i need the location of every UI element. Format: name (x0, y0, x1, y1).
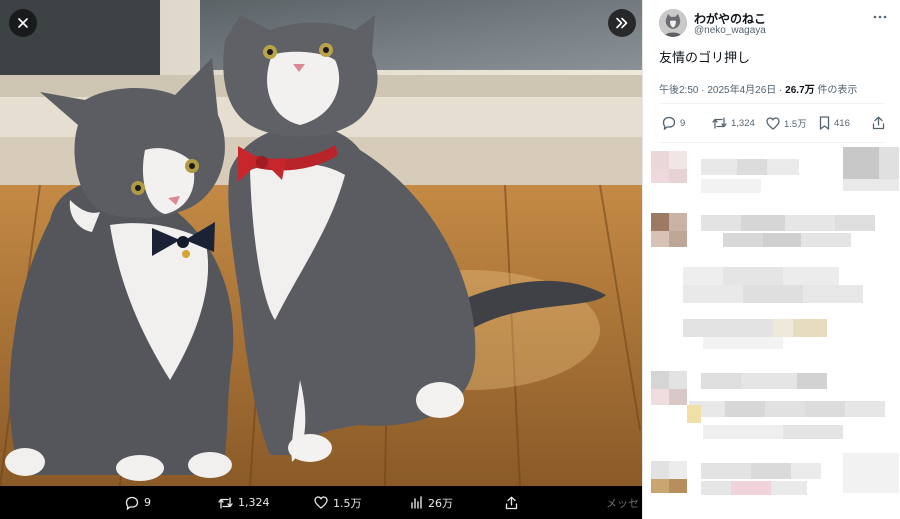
reply-button[interactable]: 9 (662, 116, 685, 130)
like-count: 1.5万 (784, 119, 807, 130)
messages-drawer-label[interactable]: メッセ (606, 486, 639, 519)
more-options-button[interactable] (873, 11, 887, 21)
tweet-view-count: 26.7万 (785, 85, 815, 96)
close-button[interactable] (9, 9, 37, 37)
views-chart-icon (411, 496, 422, 509)
viewer-views-button[interactable]: 26万 (410, 486, 453, 519)
chevron-double-right-icon (616, 17, 628, 29)
expand-panel-button[interactable] (608, 9, 636, 37)
tweet-timestamp[interactable]: 午後2:50 · 2025年4月26日 · (659, 85, 785, 96)
bookmark-button[interactable]: 416 (819, 116, 850, 130)
reply-icon (125, 496, 139, 510)
viewer-reply-count: 9 (144, 496, 151, 509)
retweet-icon (218, 496, 233, 509)
viewer-views-count: 26万 (428, 496, 453, 510)
media-viewer: 9 1,324 1.5万 26万 メッセ (0, 0, 642, 519)
viewer-share-button[interactable] (505, 486, 518, 519)
share-icon (872, 116, 885, 130)
tweet-text: 友情のゴリ押し (659, 50, 751, 65)
like-button[interactable]: 1.5万 (766, 116, 807, 130)
retweet-count: 1,324 (731, 117, 755, 129)
cat-avatar-icon (659, 9, 687, 37)
reply-count: 9 (680, 117, 686, 129)
viewer-like-count: 1.5万 (333, 496, 362, 510)
bookmark-icon (819, 116, 830, 130)
viewer-reply-button[interactable]: 9 (125, 486, 151, 519)
viewer-retweet-button[interactable]: 1,324 (218, 486, 270, 519)
heart-icon (766, 116, 780, 130)
tweet-panel: わがやのねこ @neko_wagaya 友情のゴリ押し 午後2:50 · 202… (642, 0, 900, 519)
viewer-action-bar: 9 1,324 1.5万 26万 メッセ (0, 486, 642, 519)
retweet-icon (712, 117, 727, 129)
viewer-retweet-count: 1,324 (238, 496, 270, 509)
divider (659, 103, 885, 104)
handle[interactable]: @neko_wagaya (694, 25, 766, 36)
tweet-meta: 午後2:50 · 2025年4月26日 · 26.7万 件の表示 (659, 81, 857, 96)
retweet-button[interactable]: 1,324 (712, 116, 755, 130)
heart-icon (314, 496, 328, 509)
share-icon (505, 496, 518, 509)
cat-photo (0, 0, 642, 486)
more-horizontal-icon (873, 15, 887, 19)
reply-icon (662, 116, 676, 130)
share-button[interactable] (872, 116, 885, 130)
blurred-replies-mosaic (643, 143, 900, 519)
bookmark-count: 416 (834, 117, 850, 129)
viewer-like-button[interactable]: 1.5万 (314, 486, 362, 519)
tweet-view-suffix: 件の表示 (814, 85, 858, 96)
close-icon (18, 18, 28, 28)
avatar[interactable] (659, 9, 687, 37)
